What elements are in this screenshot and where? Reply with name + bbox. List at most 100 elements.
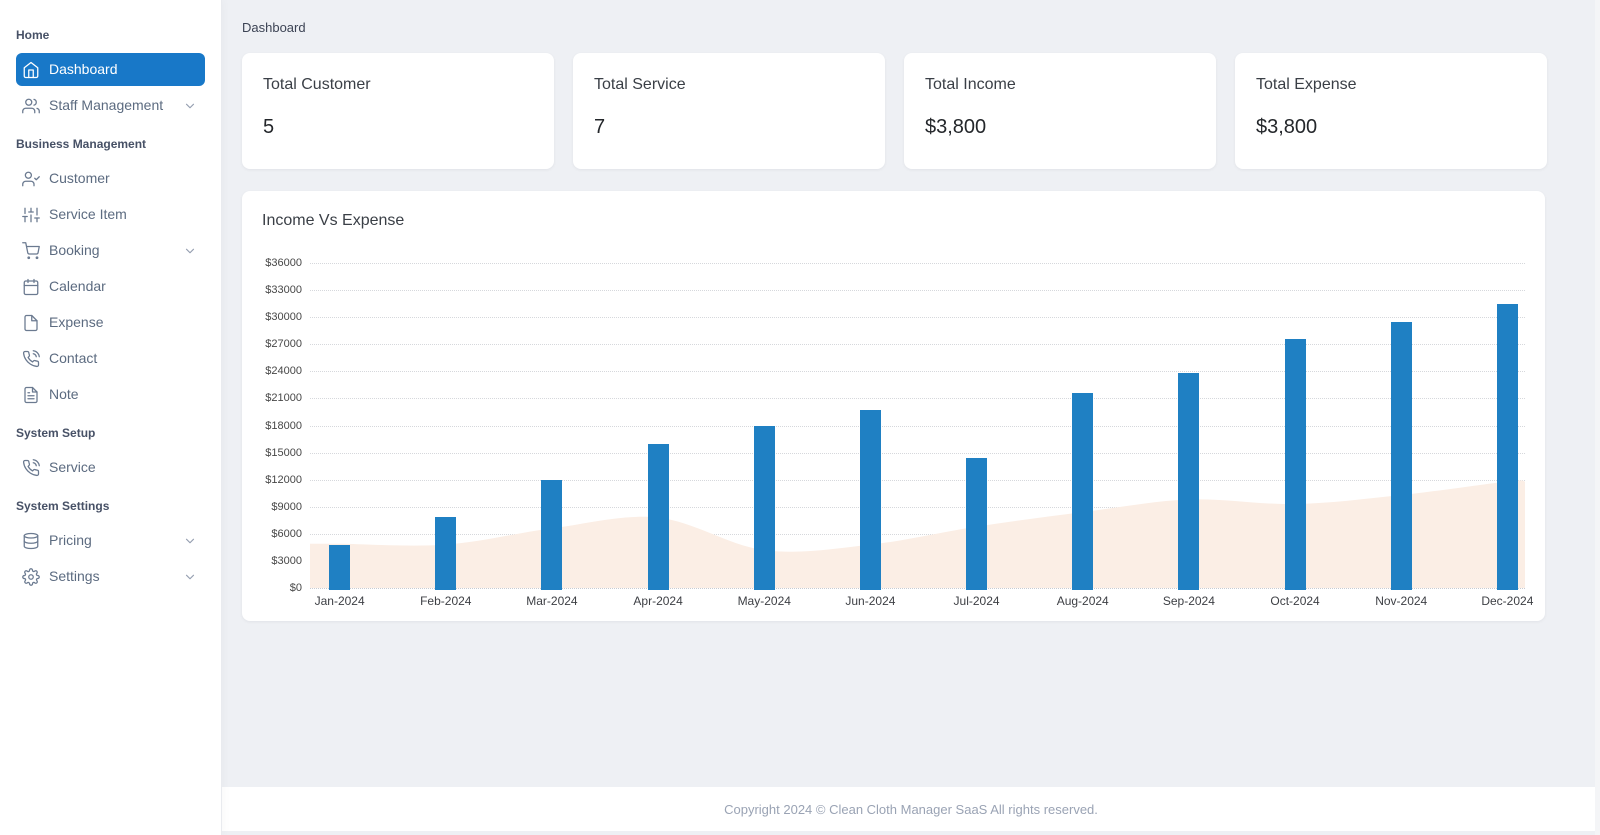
sidebar: Home Dashboard Staff Management Business Ma…: [0, 0, 222, 835]
stat-label: Total Income: [925, 75, 1195, 94]
gear-icon: [22, 568, 40, 586]
income-bar-Jul-2024[interactable]: [966, 458, 987, 590]
x-axis-tick-label: Dec-2024: [1462, 594, 1552, 609]
stat-value: 7: [594, 115, 864, 139]
income-bar-Aug-2024[interactable]: [1072, 393, 1093, 590]
x-axis-tick-label: Nov-2024: [1356, 594, 1446, 609]
sidebar-section-header: System Settings: [0, 498, 221, 514]
sidebar-item-label: Dashboard: [49, 60, 118, 79]
sidebar-item-dashboard[interactable]: Dashboard: [16, 53, 205, 86]
sidebar-item-label: Contact: [49, 349, 97, 368]
sidebar-section-header: System Setup: [0, 425, 221, 441]
x-axis-tick-label: Aug-2024: [1038, 594, 1128, 609]
sliders-icon: [22, 206, 40, 224]
shopping-cart-icon: [22, 242, 40, 260]
y-axis-tick-label: $12000: [262, 473, 302, 487]
y-axis-tick-label: $24000: [262, 364, 302, 378]
sidebar-item-label: Customer: [49, 169, 110, 188]
income-bar-Jan-2024[interactable]: [329, 545, 350, 590]
sidebar-item-label: Calendar: [49, 277, 106, 296]
user-check-icon: [22, 170, 40, 188]
x-axis-tick-label: Mar-2024: [507, 594, 597, 609]
database-icon: [22, 532, 40, 550]
y-axis-tick-label: $27000: [262, 337, 302, 351]
income-bar-Feb-2024[interactable]: [435, 517, 456, 590]
x-axis-tick-label: Feb-2024: [401, 594, 491, 609]
stat-value: $3,800: [925, 115, 1195, 139]
stat-card-total-expense: Total Expense $3,800: [1235, 53, 1547, 169]
x-axis-tick-label: Jun-2024: [825, 594, 915, 609]
income-vs-expense-chart-card: Income Vs Expense $36000$33000$30000$270…: [242, 191, 1545, 621]
y-axis-tick-label: $30000: [262, 310, 302, 324]
sidebar-item-note[interactable]: Note: [16, 378, 205, 411]
users-icon: [22, 97, 40, 115]
sidebar-nav: Home Dashboard Staff Management Business Ma…: [0, 27, 221, 593]
sidebar-item-booking[interactable]: Booking: [16, 234, 205, 267]
app-window: Home Dashboard Staff Management Business Ma…: [0, 0, 1600, 835]
y-axis-tick-label: $18000: [262, 419, 302, 433]
stat-card-total-service: Total Service 7: [573, 53, 885, 169]
sidebar-item-label: Note: [49, 385, 79, 404]
sidebar-item-expense[interactable]: Expense: [16, 306, 205, 339]
y-axis-tick-label: $0: [262, 581, 302, 595]
expense-area-series: [310, 263, 1525, 588]
sidebar-item-label: Staff Management: [49, 96, 163, 115]
chart-plot: $36000$33000$30000$27000$24000$21000$180…: [310, 263, 1525, 588]
y-axis-tick-label: $36000: [262, 256, 302, 270]
chart-title: Income Vs Expense: [262, 211, 1525, 230]
sidebar-item-pricing[interactable]: Pricing: [16, 524, 205, 557]
file-text-icon: [22, 386, 40, 404]
phone-call-icon: [22, 350, 40, 368]
sidebar-item-staff-management[interactable]: Staff Management: [16, 89, 205, 122]
x-axis-tick-label: Apr-2024: [613, 594, 703, 609]
sidebar-item-label: Pricing: [49, 531, 92, 550]
sidebar-section-header: Home: [0, 27, 221, 43]
x-axis-tick-label: May-2024: [719, 594, 809, 609]
scrollbar[interactable]: [1595, 0, 1600, 835]
sidebar-item-calendar[interactable]: Calendar: [16, 270, 205, 303]
breadcrumb: Dashboard: [242, 20, 1580, 36]
content-area: Dashboard Total Customer 5 Total Service…: [222, 0, 1600, 787]
main-area: Dashboard Total Customer 5 Total Service…: [222, 0, 1600, 835]
phone-call-icon: [22, 459, 40, 477]
stat-card-total-income: Total Income $3,800: [904, 53, 1216, 169]
income-bar-Nov-2024[interactable]: [1391, 322, 1412, 590]
income-bar-Apr-2024[interactable]: [648, 444, 669, 590]
y-axis-tick-label: $15000: [262, 446, 302, 460]
income-bar-May-2024[interactable]: [754, 426, 775, 591]
sidebar-item-service-item[interactable]: Service Item: [16, 198, 205, 231]
stat-label: Total Expense: [1256, 75, 1526, 94]
chevron-down-icon: [183, 244, 197, 258]
chart-area: $36000$33000$30000$27000$24000$21000$180…: [262, 263, 1525, 619]
sidebar-item-label: Service: [49, 458, 96, 477]
sidebar-item-label: Settings: [49, 567, 100, 586]
stat-card-total-customer: Total Customer 5: [242, 53, 554, 169]
sidebar-item-label: Service Item: [49, 205, 127, 224]
x-axis-tick-label: Oct-2024: [1250, 594, 1340, 609]
y-axis-tick-label: $3000: [262, 554, 302, 568]
expense-area-path: [310, 480, 1525, 588]
y-axis-tick-label: $33000: [262, 283, 302, 297]
file-icon: [22, 314, 40, 332]
y-axis-tick-label: $21000: [262, 391, 302, 405]
chevron-down-icon: [183, 99, 197, 113]
sidebar-item-service[interactable]: Service: [16, 451, 205, 484]
sidebar-item-contact[interactable]: Contact: [16, 342, 205, 375]
income-bar-Mar-2024[interactable]: [541, 480, 562, 590]
sidebar-item-label: Expense: [49, 313, 103, 332]
stats-row: Total Customer 5 Total Service 7 Total I…: [242, 53, 1580, 169]
stat-value: 5: [263, 115, 533, 139]
footer: Copyright 2024 © Clean Cloth Manager Saa…: [222, 787, 1600, 831]
chevron-down-icon: [183, 534, 197, 548]
income-bar-Oct-2024[interactable]: [1285, 339, 1306, 590]
sidebar-item-settings[interactable]: Settings: [16, 560, 205, 593]
sidebar-item-customer[interactable]: Customer: [16, 162, 205, 195]
income-bar-Jun-2024[interactable]: [860, 410, 881, 590]
income-bar-Sep-2024[interactable]: [1178, 373, 1199, 590]
x-axis-tick-label: Sep-2024: [1144, 594, 1234, 609]
income-bar-Dec-2024[interactable]: [1497, 304, 1518, 590]
gridline: [310, 588, 1525, 589]
sidebar-item-label: Booking: [49, 241, 100, 260]
sidebar-section-header: Business Management: [0, 136, 221, 152]
stat-label: Total Service: [594, 75, 864, 94]
